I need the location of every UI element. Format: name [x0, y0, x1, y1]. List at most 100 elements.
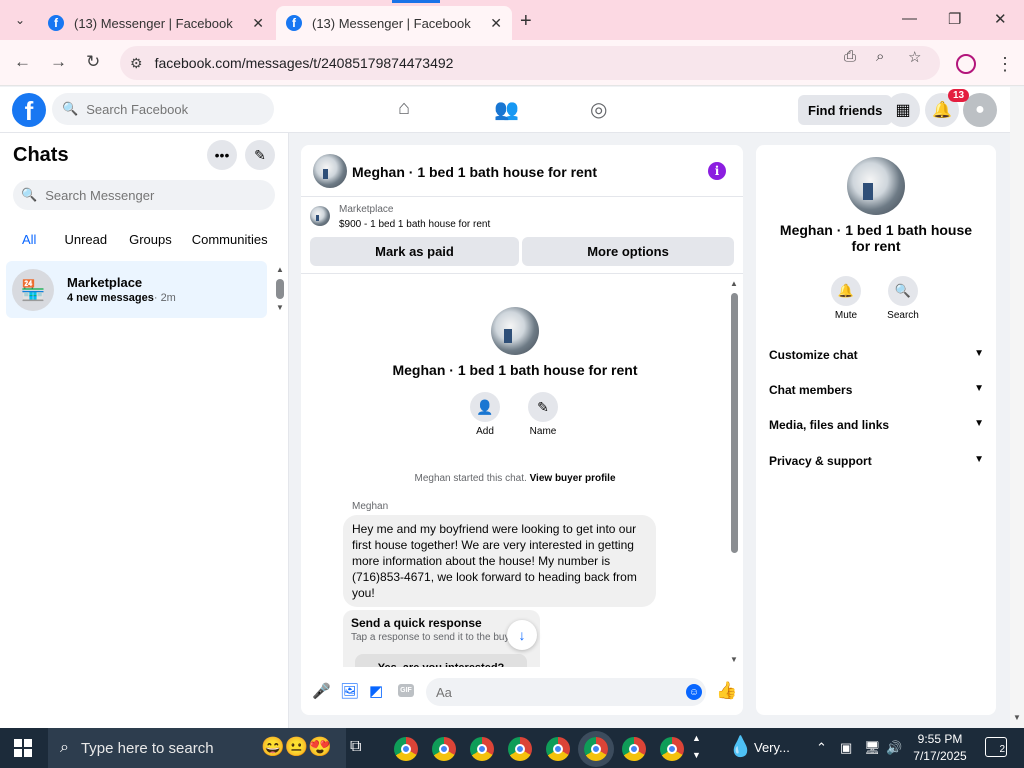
mark-as-paid-button[interactable]: Mark as paid — [310, 237, 519, 266]
search-icon[interactable]: 🔍 — [888, 276, 918, 306]
thread-scrollbar[interactable]: ▲ ▼ — [729, 275, 741, 667]
forward-button[interactable]: → — [50, 52, 67, 72]
filter-groups[interactable]: Groups — [117, 229, 182, 250]
message-input[interactable] — [436, 684, 656, 700]
taskbar-search-text: Type here to search — [80, 739, 214, 757]
windows-start-icon[interactable] — [14, 739, 32, 757]
browser-tab-1[interactable]: f (13) Messenger | Facebook ✕ — [38, 6, 274, 40]
thumbs-up-icon[interactable]: 👍 — [716, 681, 737, 701]
clock-date: 7/17/2025 — [913, 749, 967, 763]
taskbar-clock[interactable]: 9:55 PM 7/17/2025 — [904, 731, 976, 765]
gif-icon[interactable]: GIF — [398, 684, 414, 697]
chrome-taskbar-icon[interactable] — [432, 737, 456, 761]
chrome-taskbar-icon[interactable] — [470, 737, 494, 761]
chrome-taskbar-icon-active[interactable] — [584, 737, 608, 761]
home-icon[interactable]: ⌂ — [398, 97, 410, 120]
reload-button[interactable]: ↻ — [86, 52, 100, 72]
new-message-icon[interactable]: ✎ — [245, 140, 275, 170]
quick-response-option[interactable]: Yes, are you interested? — [355, 654, 527, 667]
chat-list-item[interactable]: 🏪 Marketplace 4 new messages· 2m — [6, 261, 267, 318]
mute-bell-icon[interactable]: 🔔 — [831, 276, 861, 306]
chrome-taskbar-icon[interactable] — [660, 737, 684, 761]
scroll-to-bottom-icon[interactable]: ↓ — [507, 620, 537, 650]
messenger-search-input[interactable] — [45, 187, 246, 203]
customize-chat-section[interactable]: Customize chat ▼ — [769, 348, 984, 362]
taskbar-search-box[interactable]: ⌕ Type here to search 😄😐😍 — [48, 728, 346, 768]
section-label: Privacy & support — [769, 454, 872, 468]
chrome-taskbar-icon[interactable] — [508, 737, 532, 761]
chat-members-section[interactable]: Chat members ▼ — [769, 383, 984, 397]
chevron-down-icon: ▼ — [974, 454, 984, 465]
info-icon[interactable]: i — [708, 162, 726, 180]
chrome-taskbar-icon[interactable] — [546, 737, 570, 761]
scroll-up-arrow-icon[interactable]: ▲ — [276, 265, 284, 274]
listing-detail[interactable]: $900 - 1 bed 1 bath house for rent — [339, 219, 490, 230]
menu-grid-icon[interactable]: ▦ — [886, 93, 920, 127]
thread-scroll-thumb[interactable] — [731, 293, 738, 553]
tab-search-button[interactable]: ⌄ — [8, 8, 32, 32]
page-scrollbar[interactable]: ▼ — [1010, 87, 1024, 728]
section-label: Chat members — [769, 383, 853, 397]
scroll-down-arrow-icon[interactable]: ▼ — [276, 303, 284, 312]
close-tab-icon[interactable]: ✕ — [490, 15, 502, 32]
weather-text[interactable]: Very... — [754, 740, 790, 755]
filter-unread[interactable]: Unread — [46, 229, 117, 250]
privacy-support-section[interactable]: Privacy & support ▼ — [769, 454, 984, 468]
sticker-icon[interactable]: ◩ — [369, 682, 383, 700]
taskbar-scroll-icon[interactable]: ▲ ▼ — [692, 730, 701, 764]
clock-time: 9:55 PM — [917, 732, 963, 746]
listing-thumbnail[interactable] — [310, 206, 330, 226]
show-hidden-icons-icon[interactable]: ⌃ — [816, 740, 827, 756]
weather-rain-icon[interactable]: 💧 — [728, 734, 753, 759]
find-friends-button[interactable]: Find friends — [798, 95, 893, 125]
view-buyer-profile-link[interactable]: View buyer profile — [530, 473, 616, 484]
filter-all[interactable]: All — [12, 229, 46, 250]
add-person-icon[interactable]: 👤 — [470, 392, 500, 422]
facebook-search-box[interactable]: 🔍 — [52, 93, 274, 125]
network-icon[interactable]: 🖥 — [864, 740, 881, 756]
zoom-icon[interactable]: ⌕ — [876, 48, 884, 65]
more-options-button[interactable]: More options — [522, 237, 734, 266]
minimize-button[interactable]: — — [902, 10, 917, 27]
address-bar[interactable]: ⚙ facebook.com/messages/t/24085179874473… — [120, 46, 940, 80]
task-view-icon[interactable]: ⧉ — [350, 738, 361, 756]
filter-communities[interactable]: Communities — [182, 229, 278, 250]
browser-tab-2[interactable]: f (13) Messenger | Facebook ✕ — [276, 6, 512, 40]
scroll-down-arrow-icon[interactable]: ▼ — [1013, 713, 1021, 722]
chrome-taskbar-icon[interactable] — [622, 737, 646, 761]
bookmark-star-icon[interactable]: ☆ — [908, 48, 921, 66]
scroll-down-arrow-icon[interactable]: ▼ — [730, 655, 738, 664]
microphone-icon[interactable]: 🎤 — [312, 682, 331, 700]
new-tab-button[interactable]: + — [520, 10, 532, 33]
browser-menu-icon[interactable]: ⋮ — [996, 54, 1014, 75]
close-window-button[interactable]: ✕ — [994, 10, 1007, 28]
facebook-search-input[interactable] — [86, 101, 257, 117]
meet-now-icon[interactable]: ▣ — [840, 740, 852, 756]
media-files-links-section[interactable]: Media, files and links ▼ — [769, 418, 984, 432]
sidebar-scrollbar[interactable]: ▲ ▼ — [275, 265, 285, 313]
back-button[interactable]: ← — [14, 52, 31, 72]
site-info-icon[interactable]: ⚙ — [130, 55, 143, 72]
more-options-icon[interactable]: ••• — [207, 140, 237, 170]
action-center-icon[interactable]: 2 — [985, 737, 1007, 757]
scroll-up-arrow-icon[interactable]: ▲ — [730, 279, 738, 288]
photo-icon[interactable]: 🖼 — [340, 682, 359, 700]
search-highlight-emoji-icon: 😄😐😍 — [261, 737, 332, 758]
install-app-icon[interactable]: ⎙ — [844, 48, 856, 65]
maximize-button[interactable]: ❐ — [948, 10, 961, 28]
sidebar-scroll-thumb[interactable] — [276, 279, 284, 299]
friends-icon[interactable]: 👥 — [494, 97, 519, 122]
emoji-icon[interactable]: ☺ — [686, 684, 702, 700]
message-input-box[interactable]: ☺ — [426, 678, 706, 706]
close-tab-icon[interactable]: ✕ — [252, 15, 264, 32]
groups-icon[interactable]: ◎ — [590, 97, 607, 122]
edit-name-icon[interactable]: ✎ — [528, 392, 558, 422]
chrome-taskbar-icon[interactable] — [394, 737, 418, 761]
chevron-down-icon: ▼ — [974, 348, 984, 359]
conversation-title[interactable]: Meghan · 1 bed 1 bath house for rent — [352, 164, 597, 180]
listing-avatar[interactable] — [313, 154, 347, 188]
messenger-search-box[interactable]: 🔍 — [13, 180, 275, 210]
volume-icon[interactable]: 🔊 — [886, 740, 902, 756]
browser-profile-icon[interactable] — [956, 54, 976, 74]
facebook-logo[interactable]: f — [12, 93, 46, 127]
